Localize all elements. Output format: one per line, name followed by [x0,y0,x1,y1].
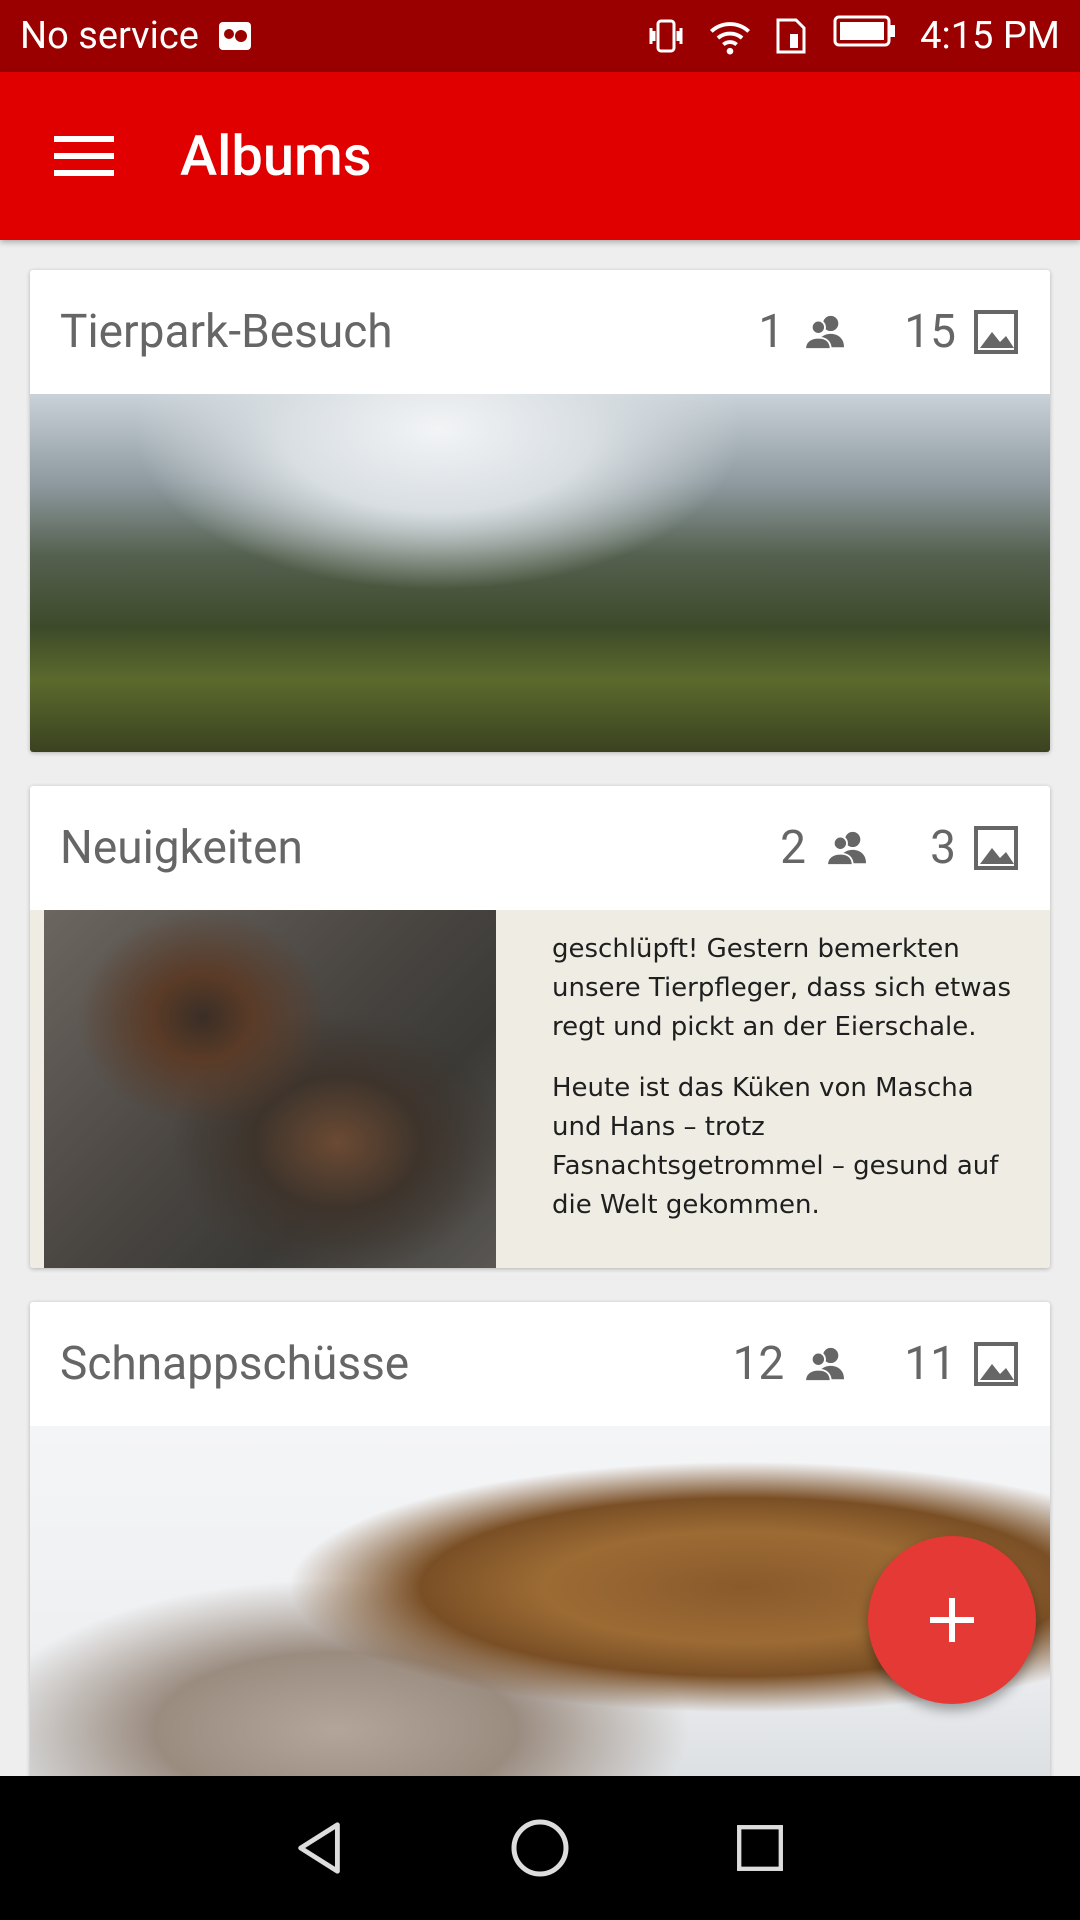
people-icon [804,1347,845,1383]
album-title: Schnappschüsse [60,1337,410,1391]
page-title: Albums [180,123,372,189]
image-icon [974,1342,1018,1386]
album-cover-image: geschlüpft! Gestern bemerkten unsere Tie… [30,910,1050,1268]
add-icon [930,1598,974,1642]
back-icon [298,1822,340,1874]
photo-count: 11 [904,1337,956,1391]
back-button[interactable] [280,1808,360,1888]
photo-count: 3 [930,821,956,875]
news-paragraph: geschlüpft! Gestern bemerkten unsere Tie… [552,934,1011,1042]
album-title: Neuigkeiten [60,821,303,875]
carrier-text: No service [20,14,199,58]
album-card[interactable]: Tierpark-Besuch 1 15 [30,270,1050,752]
home-icon [511,1819,569,1877]
people-icon [826,831,866,867]
recents-icon [737,1825,783,1871]
member-count: 1 [758,305,785,359]
album-title: Tierpark-Besuch [60,305,393,359]
album-meta: 12 11 [733,1337,1018,1391]
album-card-header: Tierpark-Besuch 1 15 [30,270,1050,394]
album-card[interactable]: Neuigkeiten 2 3 geschlüpft! Gestern beme… [30,786,1050,1268]
album-card[interactable]: Schnappschüsse 12 11 [30,1302,1050,1776]
menu-button[interactable] [0,72,168,240]
home-button[interactable] [500,1808,580,1888]
image-icon [974,310,1018,354]
recents-button[interactable] [720,1808,800,1888]
notification-app-icon [215,16,255,56]
status-bar: No service 4:15 PM [0,0,1080,72]
clock: 4:15 PM [920,14,1060,58]
album-meta: 1 15 [754,305,1018,359]
album-card-header: Neuigkeiten 2 3 [30,786,1050,910]
news-paragraph: Heute ist das Küken von Mascha und Hans … [552,1073,999,1220]
image-icon [974,826,1018,870]
member-count: 2 [780,821,806,875]
add-album-button[interactable] [868,1536,1036,1704]
wifi-icon [708,16,751,56]
news-text: geschlüpft! Gestern bemerkten unsere Tie… [496,910,1050,1268]
vibrate-icon [646,16,686,56]
bird-nest-photo [44,910,496,1268]
album-meta: 2 3 [776,821,1018,875]
navigation-bar [0,1776,1080,1920]
app-bar: Albums [0,72,1080,240]
people-icon [804,315,845,351]
battery-icon [832,14,898,58]
photo-count: 15 [904,305,956,359]
album-card-header: Schnappschüsse 12 11 [30,1302,1050,1426]
hamburger-menu-icon [54,136,114,176]
member-count: 12 [732,1337,785,1391]
sim-icon [770,16,810,56]
album-cover-image [30,394,1050,752]
